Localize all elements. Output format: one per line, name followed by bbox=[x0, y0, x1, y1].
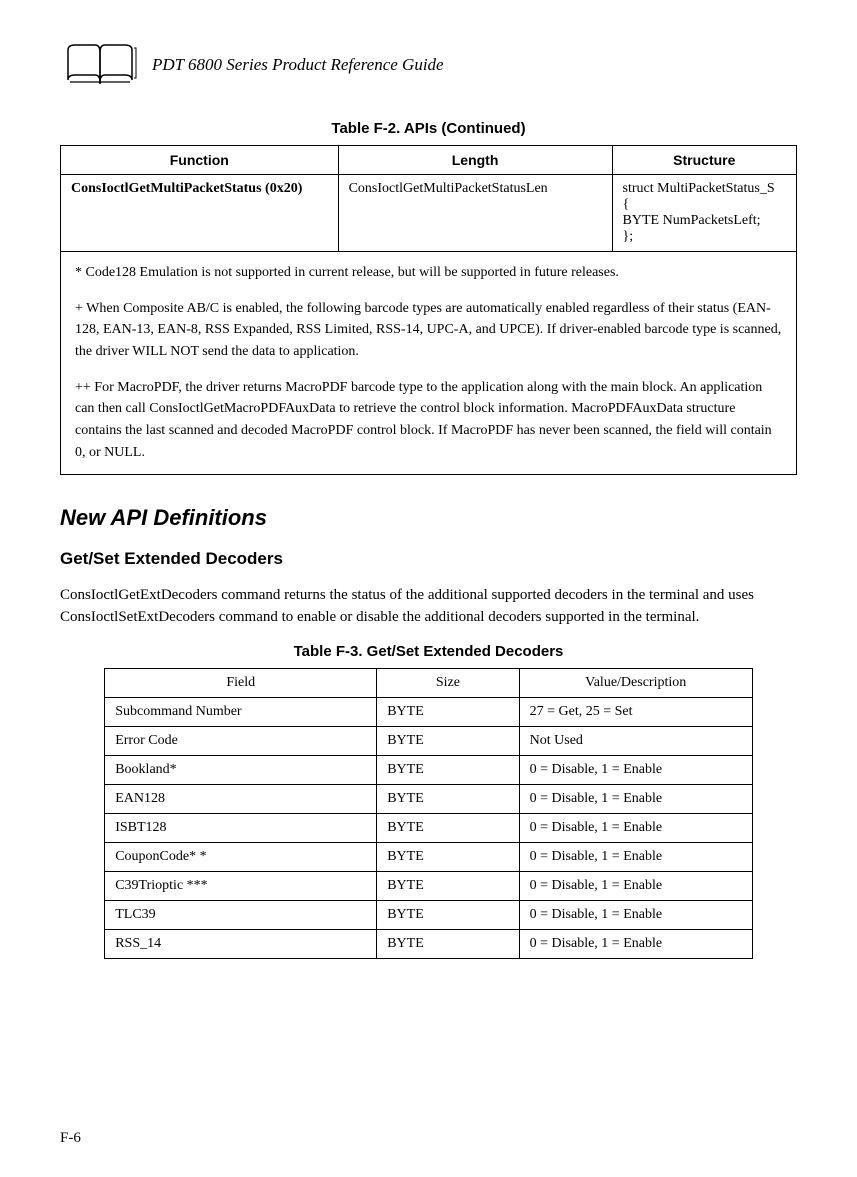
cell-value: 0 = Disable, 1 = Enable bbox=[519, 900, 752, 929]
cell-size: BYTE bbox=[377, 813, 519, 842]
cell-value: 0 = Disable, 1 = Enable bbox=[519, 871, 752, 900]
cell-field: RSS_14 bbox=[105, 929, 377, 958]
table-row: RSS_14BYTE0 = Disable, 1 = Enable bbox=[105, 929, 753, 958]
table-row: ConsIoctlGetMultiPacketStatus (0x20) Con… bbox=[61, 175, 797, 252]
cell-field: Bookland* bbox=[105, 755, 377, 784]
table2-caption: Table F-3. Get/Set Extended Decoders bbox=[60, 643, 797, 660]
table-apis: Function Length Structure ConsIoctlGetMu… bbox=[60, 145, 797, 475]
cell-field: CouponCode* * bbox=[105, 842, 377, 871]
table-row: Subcommand NumberBYTE27 = Get, 25 = Set bbox=[105, 697, 753, 726]
table-row: CouponCode* *BYTE0 = Disable, 1 = Enable bbox=[105, 842, 753, 871]
cell-value: 0 = Disable, 1 = Enable bbox=[519, 755, 752, 784]
table-row: EAN128BYTE0 = Disable, 1 = Enable bbox=[105, 784, 753, 813]
cell-value: 0 = Disable, 1 = Enable bbox=[519, 929, 752, 958]
cell-value: 0 = Disable, 1 = Enable bbox=[519, 813, 752, 842]
cell-structure: struct MultiPacketStatus_S { BYTE NumPac… bbox=[612, 175, 796, 252]
cell-size: BYTE bbox=[377, 755, 519, 784]
cell-field: TLC39 bbox=[105, 900, 377, 929]
cell-size: BYTE bbox=[377, 871, 519, 900]
notes-row: * Code128 Emulation is not supported in … bbox=[61, 252, 797, 475]
table-header-row: Field Size Value/Description bbox=[105, 668, 753, 697]
cell-size: BYTE bbox=[377, 697, 519, 726]
table-row: TLC39BYTE0 = Disable, 1 = Enable bbox=[105, 900, 753, 929]
table-row: C39Trioptic ***BYTE0 = Disable, 1 = Enab… bbox=[105, 871, 753, 900]
cell-function: ConsIoctlGetMultiPacketStatus (0x20) bbox=[61, 175, 339, 252]
cell-field: ISBT128 bbox=[105, 813, 377, 842]
subsection-heading-getset: Get/Set Extended Decoders bbox=[60, 549, 797, 569]
cell-length: ConsIoctlGetMultiPacketStatusLen bbox=[338, 175, 612, 252]
note-3: ++ For MacroPDF, the driver returns Macr… bbox=[75, 377, 782, 464]
cell-size: BYTE bbox=[377, 842, 519, 871]
col-length: Length bbox=[338, 146, 612, 175]
table1-caption: Table F-2. APIs (Continued) bbox=[60, 120, 797, 137]
note-1: * Code128 Emulation is not supported in … bbox=[75, 262, 782, 284]
cell-value: Not Used bbox=[519, 726, 752, 755]
cell-field: C39Trioptic *** bbox=[105, 871, 377, 900]
book-icon bbox=[60, 40, 140, 90]
table-header-row: Function Length Structure bbox=[61, 146, 797, 175]
col-size: Size bbox=[377, 668, 519, 697]
page-number: F-6 bbox=[60, 1130, 81, 1147]
col-field: Field bbox=[105, 668, 377, 697]
cell-value: 0 = Disable, 1 = Enable bbox=[519, 842, 752, 871]
cell-field: Error Code bbox=[105, 726, 377, 755]
section-heading-new-api: New API Definitions bbox=[60, 505, 797, 531]
cell-value: 0 = Disable, 1 = Enable bbox=[519, 784, 752, 813]
body-paragraph: ConsIoctlGetExtDecoders command returns … bbox=[60, 584, 797, 629]
header-title: PDT 6800 Series Product Reference Guide bbox=[152, 55, 444, 75]
col-value: Value/Description bbox=[519, 668, 752, 697]
cell-size: BYTE bbox=[377, 784, 519, 813]
col-function: Function bbox=[61, 146, 339, 175]
page-header: PDT 6800 Series Product Reference Guide bbox=[60, 40, 797, 90]
table-row: ISBT128BYTE0 = Disable, 1 = Enable bbox=[105, 813, 753, 842]
col-structure: Structure bbox=[612, 146, 796, 175]
note-2: + When Composite AB/C is enabled, the fo… bbox=[75, 298, 782, 363]
cell-size: BYTE bbox=[377, 726, 519, 755]
table-row: Bookland*BYTE0 = Disable, 1 = Enable bbox=[105, 755, 753, 784]
cell-field: EAN128 bbox=[105, 784, 377, 813]
cell-field: Subcommand Number bbox=[105, 697, 377, 726]
cell-size: BYTE bbox=[377, 900, 519, 929]
table-row: Error CodeBYTENot Used bbox=[105, 726, 753, 755]
function-name: ConsIoctlGetMultiPacketStatus (0x20) bbox=[71, 181, 302, 196]
table-extended-decoders: Field Size Value/Description Subcommand … bbox=[104, 668, 753, 959]
cell-value: 27 = Get, 25 = Set bbox=[519, 697, 752, 726]
notes-cell: * Code128 Emulation is not supported in … bbox=[61, 252, 797, 475]
cell-size: BYTE bbox=[377, 929, 519, 958]
